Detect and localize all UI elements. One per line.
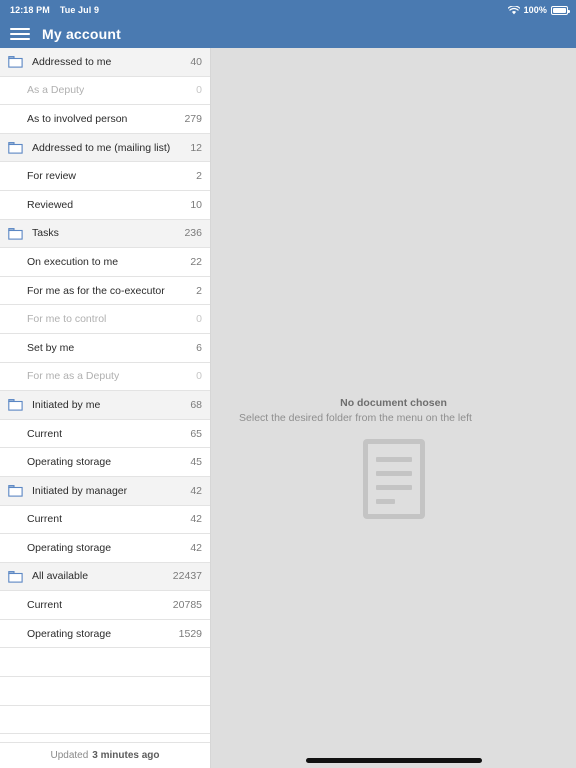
- folder-child-row[interactable]: Current 65: [0, 419, 210, 449]
- row-count: 236: [184, 227, 202, 240]
- document-placeholder-icon: [362, 439, 425, 519]
- row-label: For me to control: [27, 313, 107, 326]
- row-label: All available: [32, 570, 89, 583]
- folder-child-row[interactable]: On execution to me 22: [0, 248, 210, 277]
- row-label: On execution to me: [27, 255, 119, 268]
- sidebar: Addressed to me 40 As a Deputy 0 As to invol…: [0, 48, 211, 768]
- row-count: 22: [190, 255, 202, 268]
- status-bar: 12:18 PM Tue Jul 9 100%: [0, 0, 576, 20]
- empty-row: [0, 648, 210, 678]
- detail-panel: No document chosen Select the desired fo…: [211, 48, 576, 768]
- folder-child-row[interactable]: For me as a Deputy 0: [0, 362, 210, 392]
- main-content: Addressed to me 40 As a Deputy 0 As to invol…: [0, 48, 576, 768]
- row-count: 2: [196, 170, 202, 183]
- row-label: For review: [27, 170, 77, 183]
- row-count: 2: [196, 284, 202, 297]
- folder-row[interactable]: Initiated by me 68: [0, 391, 210, 420]
- row-label: Set by me: [27, 341, 75, 354]
- folder-row[interactable]: Addressed to me 40: [0, 48, 210, 77]
- battery-percent-label: 100%: [523, 5, 547, 15]
- row-label: As a Deputy: [27, 84, 85, 97]
- row-count: 1529: [178, 627, 202, 640]
- folder-icon: [8, 485, 23, 497]
- folder-row[interactable]: Initiated by manager 42: [0, 476, 210, 506]
- row-count: 0: [196, 370, 202, 383]
- folder-icon: [8, 571, 23, 583]
- sidebar-footer: Updated 3 minutes ago: [0, 742, 210, 768]
- status-bar-right: 100%: [507, 5, 570, 15]
- row-label: Current: [27, 427, 63, 440]
- row-count: 42: [190, 541, 202, 554]
- row-count: 10: [190, 198, 202, 211]
- folder-child-row[interactable]: For review 2: [0, 162, 210, 191]
- row-count: 20785: [172, 599, 202, 612]
- folder-list[interactable]: Addressed to me 40 As a Deputy 0 As to invol…: [0, 48, 210, 742]
- empty-state-subtitle: Select the desired folder from the menu …: [239, 412, 472, 424]
- status-bar-left: 12:18 PM Tue Jul 9: [10, 5, 99, 15]
- empty-row: [0, 677, 210, 706]
- updated-value: 3 minutes ago: [92, 750, 160, 761]
- status-bar-time: 12:18 PM: [10, 5, 50, 15]
- row-count: 42: [190, 484, 202, 497]
- folder-row[interactable]: Addressed to me (mailing list) 12: [0, 133, 210, 163]
- folder-icon: [8, 227, 23, 240]
- row-count: 279: [184, 112, 202, 125]
- row-label: For me as a Deputy: [27, 370, 120, 383]
- updated-label: Updated: [50, 750, 89, 761]
- folder-child-row[interactable]: For me to control 0: [0, 305, 210, 334]
- page-title: My account: [42, 26, 122, 42]
- row-count: 22437: [172, 570, 202, 583]
- folder-icon: [8, 142, 23, 154]
- status-bar-date: Tue Jul 9: [59, 5, 100, 15]
- row-label: Operating storage: [27, 627, 112, 640]
- folder-child-row[interactable]: Current 42: [0, 505, 210, 535]
- folder-row[interactable]: Tasks 236: [0, 219, 210, 249]
- row-count: 40: [190, 55, 202, 68]
- app-bar: My account: [0, 20, 576, 48]
- folder-child-row[interactable]: For me as for the co-executor 2: [0, 276, 210, 306]
- folder-icon: [8, 56, 23, 68]
- row-label: Operating storage: [27, 456, 112, 469]
- folder-child-row[interactable]: As a Deputy 0: [0, 76, 210, 106]
- row-count: 0: [196, 313, 202, 326]
- app-root: 12:18 PM Tue Jul 9 100% My account Addre…: [0, 0, 576, 768]
- row-count: 45: [190, 456, 202, 469]
- row-label: For me as for the co-executor: [27, 284, 165, 297]
- empty-state: No document chosen Select the desired fo…: [211, 396, 576, 519]
- row-label: As to involved person: [27, 112, 128, 125]
- row-label: Initiated by me: [32, 398, 101, 411]
- row-label: Tasks: [32, 227, 59, 240]
- folder-icon: [8, 399, 23, 412]
- row-label: Current: [27, 599, 63, 612]
- folder-child-row[interactable]: Operating storage 1529: [0, 619, 210, 649]
- folder-child-row[interactable]: Reviewed 10: [0, 190, 210, 220]
- row-count: 12: [190, 141, 202, 154]
- folder-child-row[interactable]: Operating storage 42: [0, 534, 210, 563]
- folder-child-row[interactable]: As to involved person 279: [0, 105, 210, 134]
- row-count: 42: [190, 513, 202, 526]
- row-count: 65: [190, 427, 202, 440]
- row-label: Reviewed: [27, 198, 74, 211]
- row-label: Initiated by manager: [32, 484, 128, 497]
- folder-child-row[interactable]: Operating storage 45: [0, 448, 210, 477]
- empty-row: [0, 705, 210, 735]
- row-count: 6: [196, 341, 202, 354]
- folder-child-row[interactable]: Current 20785: [0, 591, 210, 620]
- row-count: 0: [196, 84, 202, 97]
- row-label: Current: [27, 513, 63, 526]
- row-label: Operating storage: [27, 541, 112, 554]
- battery-full-icon: [551, 5, 570, 15]
- row-count: 68: [190, 398, 202, 411]
- row-label: Addressed to me: [32, 55, 112, 68]
- folder-row[interactable]: All available 22437: [0, 562, 210, 592]
- folder-child-row[interactable]: Set by me 6: [0, 333, 210, 363]
- hamburger-menu-icon[interactable]: [10, 27, 30, 41]
- row-label: Addressed to me (mailing list): [32, 141, 171, 154]
- empty-state-title: No document chosen: [340, 397, 447, 409]
- home-indicator: [305, 758, 482, 763]
- wifi-icon: [507, 5, 520, 14]
